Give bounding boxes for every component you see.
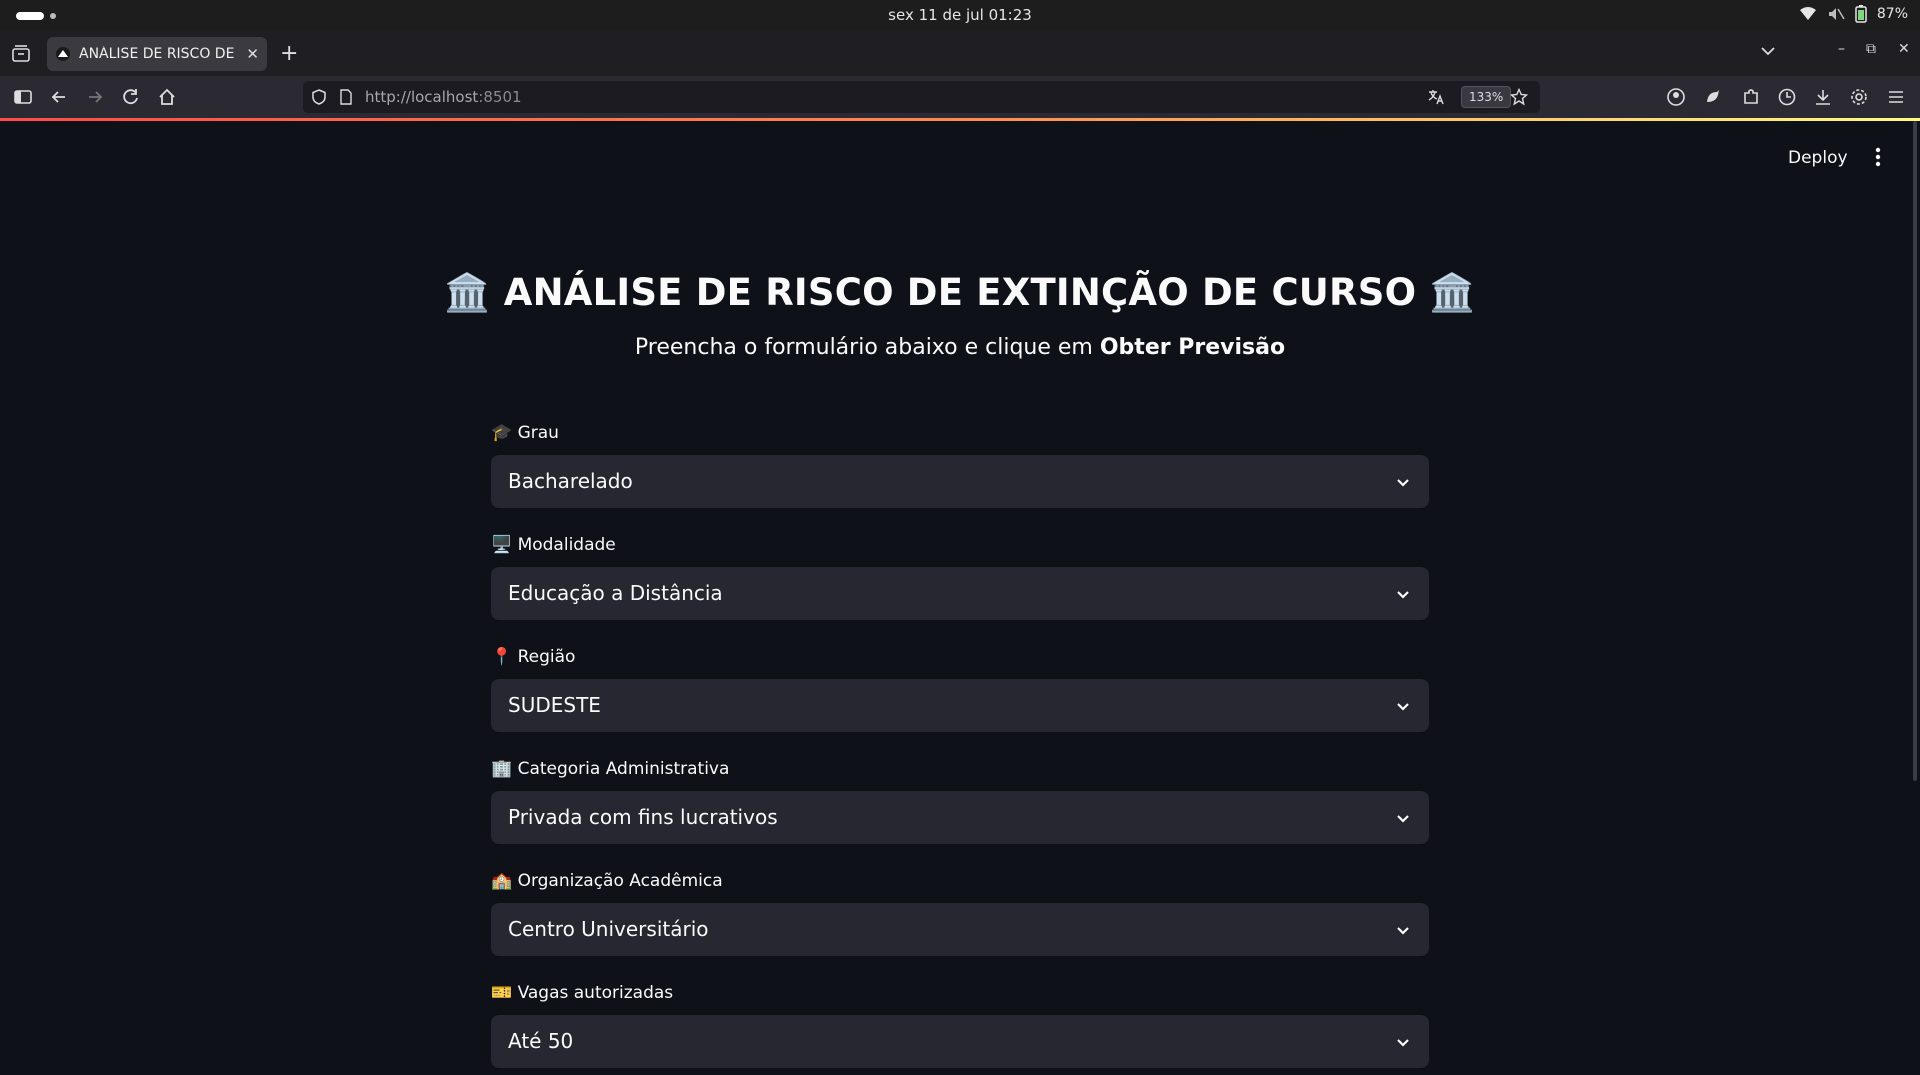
main-menu-kebab-icon[interactable] [1870,146,1886,168]
browser-tab-strip: ANÁLISE DE RISCO DE EX ✕ + – ⧉ ✕ [0,31,1920,76]
chevron-down-icon [1397,591,1409,599]
organizacao-academica-label: 🏫 Organização Acadêmica [491,871,723,891]
grau-label: 🎓 Grau [491,423,559,443]
categoria-administrativa-select[interactable]: Privada com fins lucrativos [491,791,1429,844]
grau-select[interactable]: Bacharelado [491,455,1429,508]
tab-active[interactable]: ANÁLISE DE RISCO DE EX ✕ [47,37,267,71]
url-bar[interactable]: http://localhost:8501 133% [303,81,1540,113]
home-icon[interactable] [157,87,177,107]
deploy-button[interactable]: Deploy [1788,148,1848,168]
forward-arrow-icon[interactable] [85,87,105,107]
streamlit-app: Deploy 🏛️ ANÁLISE DE RISCO DE EXTINÇÃO D… [0,121,1920,1075]
url-text[interactable]: http://localhost:8501 [365,88,522,106]
grau-value: Bacharelado [508,469,633,493]
subtitle-text: Preencha o formulário abaixo e clique em [634,335,1100,360]
modalidade-label: 🖥️ Modalidade [491,535,616,555]
history-clock-icon[interactable] [1777,87,1797,107]
page-subtitle: Preencha o formulário abaixo e clique em… [0,335,1920,360]
url-host: http://localhost [365,88,479,106]
sidebar-toggle-icon[interactable] [13,87,33,107]
volume-muted-icon [1827,6,1845,22]
modalidade-value: Educação a Distância [508,581,723,605]
modalidade-select[interactable]: Educação a Distância [491,567,1429,620]
vagas-autorizadas-value: Até 50 [508,1029,574,1053]
bookmark-star-icon[interactable] [1510,88,1528,106]
page-title: 🏛️ ANÁLISE DE RISCO DE EXTINÇÃO DE CURSO… [444,271,1476,314]
chevron-down-icon [1397,815,1409,823]
chevron-down-icon [1397,1039,1409,1047]
vagas-autorizadas-label: 🎫 Vagas autorizadas [491,983,674,1003]
battery-percent: 87% [1876,6,1908,22]
categoria-administrativa-value: Privada com fins lucrativos [508,805,778,829]
organizacao-academica-value: Centro Universitário [508,917,709,941]
chevron-down-icon [1397,927,1409,935]
restore-window-button[interactable]: ⧉ [1866,41,1876,57]
organizacao-academica-select[interactable]: Centro Universitário [491,903,1429,956]
subtitle-bold-text: Obter Previsão [1099,335,1286,360]
shield-icon[interactable] [311,89,327,105]
settings-gear-icon[interactable] [1849,87,1869,107]
tab-list-icon[interactable] [10,43,32,65]
url-port: :8501 [478,88,522,106]
chevron-down-icon [1397,703,1409,711]
extensions-puzzle-icon[interactable] [1741,87,1761,107]
browser-nav-bar: http://localhost:8501 133% [0,76,1920,118]
vagas-autorizadas-select[interactable]: Até 50 [491,1015,1429,1068]
system-status-area[interactable]: 87% [1799,5,1908,23]
system-clock[interactable]: sex 11 de jul 01:23 [0,6,1920,24]
regiao-select[interactable]: SUDESTE [491,679,1429,732]
chevron-down-icon [1397,479,1409,487]
translate-icon[interactable] [1427,88,1445,106]
download-icon[interactable] [1813,87,1833,107]
page-info-icon[interactable] [339,89,353,105]
close-window-button[interactable]: ✕ [1898,41,1910,57]
hamburger-menu-icon[interactable] [1886,87,1906,107]
account-icon[interactable] [1666,87,1686,107]
back-arrow-icon[interactable] [49,87,69,107]
streamlit-favicon-icon [56,47,70,61]
regiao-label: 📍 Região [491,647,576,667]
battery-icon [1855,5,1867,23]
regiao-value: SUDESTE [508,693,601,717]
scrollbar-thumb[interactable] [1913,121,1917,781]
tab-title: ANÁLISE DE RISCO DE EX [79,46,241,62]
wifi-icon [1799,6,1817,22]
minimize-window-button[interactable]: – [1838,41,1845,57]
new-tab-button[interactable]: + [280,41,298,66]
chevron-down-icon[interactable] [1760,45,1776,57]
reload-icon[interactable] [121,87,141,107]
zoom-level-badge[interactable]: 133% [1461,86,1512,108]
categoria-administrativa-label: 🏢 Categoria Administrativa [491,759,730,779]
os-top-bar: sex 11 de jul 01:23 87% [0,0,1920,31]
close-tab-icon[interactable]: ✕ [246,45,259,63]
extension-creature-icon[interactable] [1703,87,1723,107]
